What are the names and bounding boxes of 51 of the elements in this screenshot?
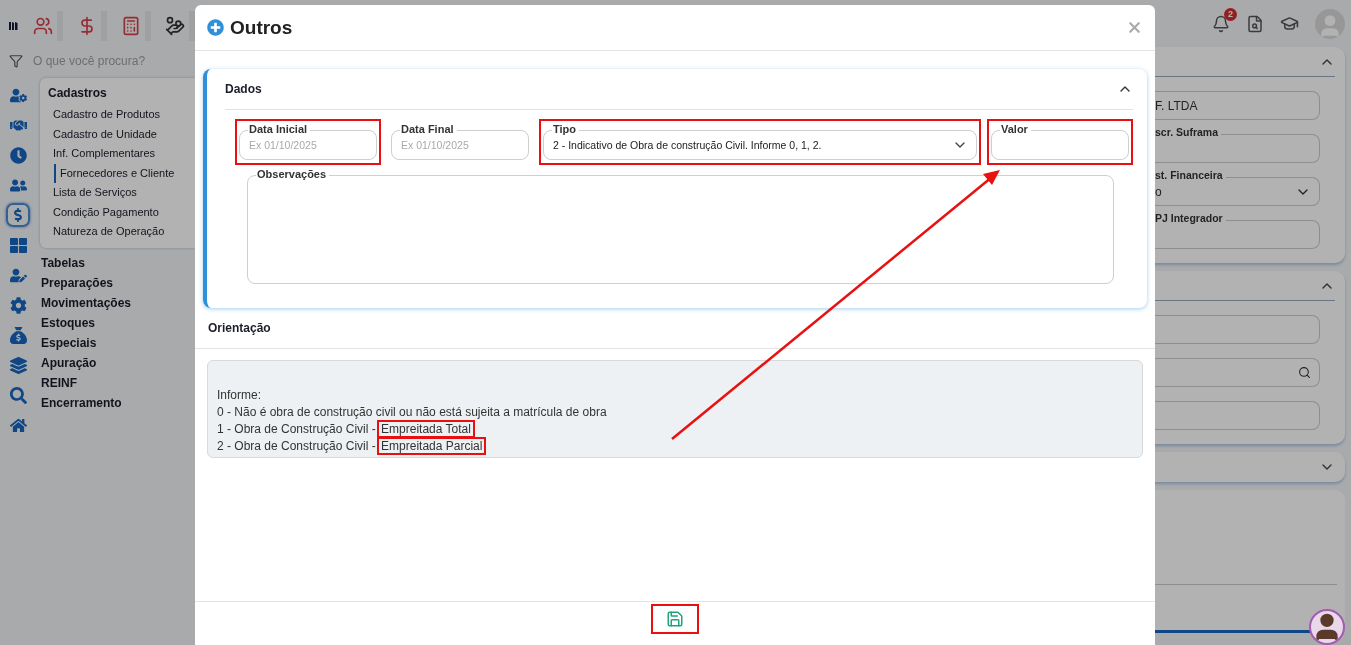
users-icon[interactable]: [33, 16, 53, 36]
field-label: Valor: [1000, 123, 1031, 136]
field-label: Data Final: [400, 123, 457, 136]
menu-item[interactable]: Cadastro de Unidade: [48, 124, 195, 144]
field-label: PJ Integrador: [1155, 212, 1226, 224]
rail-button[interactable]: [6, 203, 30, 227]
document-search-icon[interactable]: [1246, 14, 1264, 33]
gear-icon: [9, 296, 27, 314]
dialog-title: Outros: [230, 16, 293, 39]
field-label: Data Inicial: [248, 123, 311, 136]
field-label: Tipo: [552, 123, 579, 136]
info-line: 1 - Obra de Construção Civil - Empreitada Total: [217, 421, 1133, 438]
menu-item[interactable]: Inf. Complementares: [48, 144, 195, 164]
menu-group[interactable]: Movimentações: [41, 292, 195, 313]
layers-icon: [9, 356, 27, 374]
section-title: Orientação: [195, 308, 1155, 349]
menu-group[interactable]: Estoques: [41, 312, 195, 333]
menu-group[interactable]: Apuração: [41, 352, 195, 373]
dollar-icon: [11, 208, 25, 222]
field-label: scr. Suframa: [1155, 126, 1222, 138]
menu-group[interactable]: Tabelas: [41, 252, 195, 273]
section-title: Dados: [225, 82, 262, 96]
menu-group[interactable]: REINF: [41, 372, 195, 393]
close-button[interactable]: [1126, 19, 1143, 36]
menu-item[interactable]: Condição Pagamento: [48, 202, 195, 222]
bell-icon[interactable]: [1212, 14, 1230, 33]
menu-group[interactable]: Cadastros: [48, 83, 195, 105]
clock-icon: [9, 146, 27, 164]
graduation-cap-icon[interactable]: [1280, 14, 1299, 33]
menu-group[interactable]: Encerramento: [41, 392, 195, 413]
save-button[interactable]: [666, 610, 684, 628]
field-label: st. Financeira: [1155, 169, 1226, 181]
menu-item[interactable]: Natureza de Operação: [48, 222, 195, 242]
info-line: Informe:: [217, 387, 262, 404]
notification-badge: 2: [1224, 7, 1237, 21]
person-tool-icon: [9, 266, 27, 284]
user-gear-icon: [9, 86, 27, 104]
search-icon[interactable]: [1298, 366, 1311, 379]
search-icon: [9, 386, 27, 404]
grid-icon: [9, 236, 27, 254]
home-icon: [9, 416, 27, 434]
filter-icon[interactable]: [9, 54, 23, 68]
menu-group[interactable]: Preparações: [41, 272, 195, 293]
info-line: 2 - Obra de Construção Civil - Empreitada Parcial: [217, 438, 1133, 455]
menu-item[interactable]: Cadastro de Produtos: [48, 105, 195, 125]
info-line: 0 - Não é obra de construção civil ou não está sujeita a matrícula de obra: [217, 404, 608, 421]
menu-group[interactable]: Especiais: [41, 332, 195, 353]
chat-avatar[interactable]: [1309, 609, 1345, 645]
menu-item[interactable]: Lista de Serviços: [48, 183, 195, 203]
calculator-icon[interactable]: [121, 16, 141, 36]
field-label: Observações: [256, 168, 330, 181]
